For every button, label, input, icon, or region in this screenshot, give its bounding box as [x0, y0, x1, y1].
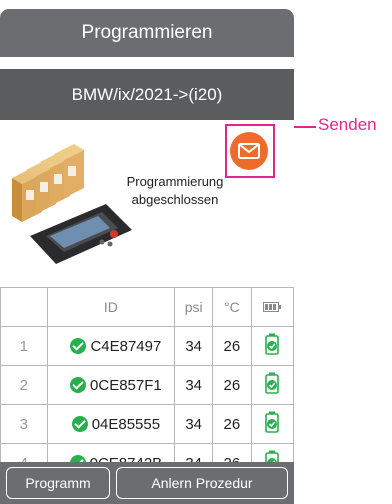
temperature-value: 26	[212, 365, 252, 405]
sensor-id-cell: C4E87497	[46, 326, 176, 366]
table-row[interactable]: 2 0CE857F1 34 26	[0, 365, 294, 405]
programming-illustration: Programmierung abgeschlossen	[0, 120, 294, 278]
row-index: 1	[0, 326, 48, 366]
sensor-id-cell: 04E85555	[46, 404, 176, 444]
page-title: Programmieren	[0, 9, 294, 57]
header-id: ID	[46, 287, 176, 327]
handheld-tool	[30, 204, 132, 264]
sensor-id: 04E85555	[91, 415, 161, 433]
title-gap	[0, 57, 294, 69]
tire-sensor-table: ID psi °C 1 C4E87497 34 26 2 0CE857F1 34…	[0, 287, 294, 483]
header-battery	[250, 287, 294, 327]
battery-ok-icon	[265, 411, 280, 433]
vehicle-label: BMW/ix/2021->(i20)	[0, 69, 294, 120]
callout-line	[294, 126, 316, 128]
header-index	[0, 287, 48, 327]
header-psi: psi	[174, 287, 214, 327]
check-circle-icon	[71, 415, 88, 432]
header-temp: °C	[212, 287, 252, 327]
status-line-2: abgeschlossen	[131, 192, 219, 207]
send-button[interactable]	[230, 132, 268, 170]
status-line-1: Programmierung	[126, 174, 224, 189]
battery-status-cell	[250, 326, 294, 366]
send-callout-label: Senden	[318, 115, 377, 134]
check-circle-icon	[70, 337, 87, 354]
program-button[interactable]: Programm	[6, 467, 110, 499]
battery-icon	[263, 302, 282, 312]
battery-ok-icon	[265, 333, 280, 355]
app-screen: Programmieren BMW/ix/2021->(i20) Program…	[0, 9, 294, 504]
sensor-id-cell: 0CE857F1	[46, 365, 176, 405]
pressure-value: 34	[174, 365, 214, 405]
check-circle-icon	[70, 376, 87, 393]
table-row[interactable]: 3 04E85555 34 26	[0, 404, 294, 444]
pressure-value: 34	[174, 404, 214, 444]
bottom-toolbar: Programm Anlern Prozedur	[0, 462, 294, 504]
mail-icon	[238, 143, 260, 159]
table-header-row: ID psi °C	[0, 287, 294, 327]
temperature-value: 26	[212, 326, 252, 366]
sensor-id: C4E87497	[90, 337, 162, 355]
relearn-procedure-button[interactable]: Anlern Prozedur	[116, 467, 288, 499]
battery-status-cell	[250, 365, 294, 405]
sensor-id: 0CE857F1	[90, 376, 162, 394]
table-row[interactable]: 1 C4E87497 34 26	[0, 326, 294, 366]
battery-ok-icon	[265, 372, 280, 394]
status-message: Programmierung abgeschlossen	[110, 173, 240, 209]
row-index: 2	[0, 365, 48, 405]
battery-status-cell	[250, 404, 294, 444]
temperature-value: 26	[212, 404, 252, 444]
pressure-value: 34	[174, 326, 214, 366]
sensor-boxes	[12, 144, 84, 222]
row-index: 3	[0, 404, 48, 444]
